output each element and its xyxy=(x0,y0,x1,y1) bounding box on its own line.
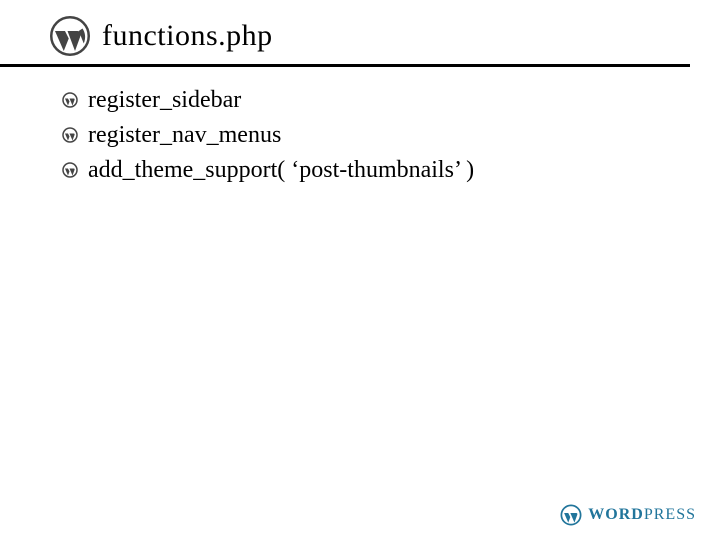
brand-text: WordPress xyxy=(588,506,696,524)
slide: functions.php register_sidebar register_… xyxy=(0,0,720,540)
wordpress-bullet-icon xyxy=(62,127,78,143)
list-item-text: add_theme_support( ‘post-thumbnails’ ) xyxy=(88,153,474,188)
wordpress-footer-icon xyxy=(560,504,582,526)
list-item: register_sidebar xyxy=(62,83,680,118)
wordpress-icon xyxy=(50,16,90,56)
slide-content: register_sidebar register_nav_menus add_… xyxy=(0,67,720,187)
brand-word: Word xyxy=(588,506,644,523)
list-item: add_theme_support( ‘post-thumbnails’ ) xyxy=(62,153,680,188)
wordpress-bullet-icon xyxy=(62,162,78,178)
brand-press: Press xyxy=(644,506,696,523)
slide-header: functions.php xyxy=(0,0,690,67)
list-item: register_nav_menus xyxy=(62,118,680,153)
wordpress-bullet-icon xyxy=(62,92,78,108)
list-item-text: register_sidebar xyxy=(88,83,241,118)
slide-footer: WordPress xyxy=(560,504,696,526)
list-item-text: register_nav_menus xyxy=(88,118,281,153)
slide-title: functions.php xyxy=(102,19,273,53)
